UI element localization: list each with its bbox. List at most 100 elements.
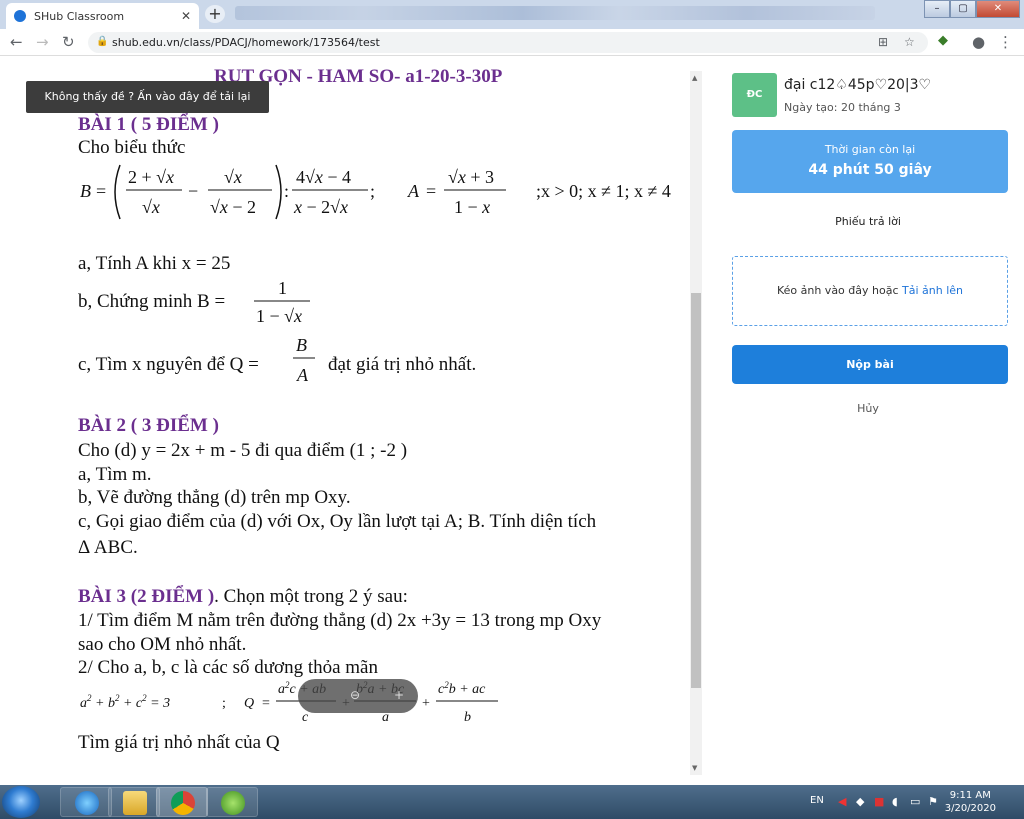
bai3-line: 2/ Cho a, b, c là các số dương thỏa mãn: [78, 657, 378, 678]
formula-q-abc: a2 + b2 + c2 = 3 ; Q = a2c + ab c + b2a …: [80, 680, 498, 725]
svg-text::: :: [284, 181, 289, 201]
homework-name: đại c12♤45p♡20|3♡: [784, 77, 932, 93]
formula-q: B A: [293, 335, 315, 385]
dropzone-text: Kéo ảnh vào đây hoặc: [776, 284, 899, 297]
scroll-up-icon[interactable]: ▲: [692, 74, 697, 82]
svg-text:+: +: [422, 696, 430, 711]
bai3-line: sao cho OM nhỏ nhất.: [78, 634, 247, 655]
new-tab-button[interactable]: +: [205, 5, 225, 23]
tray-network-icon[interactable]: ◆: [856, 795, 864, 808]
taskbar-ie[interactable]: [60, 787, 112, 817]
image-dropzone[interactable]: Kéo ảnh vào đây hoặc Tải ảnh lên: [732, 256, 1008, 326]
upload-image-link[interactable]: Tải ảnh lên: [902, 284, 963, 297]
tray-volume-icon[interactable]: ◖: [892, 795, 898, 808]
svg-text:2 + √x: 2 + √x: [128, 167, 174, 187]
svg-text:√x: √x: [224, 167, 242, 187]
menu-dots-icon[interactable]: ⋮: [998, 33, 1013, 51]
lock-icon: 🔒: [96, 36, 109, 47]
scroll-down-icon[interactable]: ▼: [692, 764, 697, 772]
taskbar-explorer[interactable]: [108, 787, 160, 817]
bai3-heading-tail: . Chọn một trong 2 ý sau:: [214, 586, 408, 607]
background-tabs[interactable]: [235, 6, 875, 20]
created-date: Ngày tạo: 20 tháng 3: [784, 101, 901, 114]
bai2-line: b, Vẽ đường thẳng (d) trên mp Oxy.: [78, 487, 351, 508]
image-zoom-controls[interactable]: ⊖ +: [298, 679, 418, 713]
window-close-button[interactable]: ✕: [976, 0, 1020, 18]
svg-text:x − 2√x: x − 2√x: [293, 197, 348, 217]
formula-b-a: B = 2 + √x √x − √x √x − 2 : 4√x − 4 x − …: [80, 164, 671, 220]
bai2-line: c, Gọi giao điểm của (d) với Ox, Oy lần …: [78, 511, 597, 532]
svg-text:=: =: [262, 696, 270, 711]
formula-b-value: 1 1 − √x: [254, 278, 310, 326]
bookmark-star-icon[interactable]: ☆: [904, 35, 915, 49]
maximize-button[interactable]: ▢: [950, 0, 976, 18]
tray-flag-icon[interactable]: ⚑: [928, 795, 938, 808]
browser-toolbar: ← → ↻ 🔒 shub.edu.vn/class/PDACJ/homework…: [0, 29, 1024, 56]
tray-display-icon[interactable]: ▭: [910, 795, 920, 808]
forward-arrow-icon[interactable]: →: [36, 33, 49, 51]
svg-text:c: c: [302, 710, 309, 725]
svg-text:√x − 2: √x − 2: [210, 197, 256, 217]
svg-text:;: ;: [222, 696, 226, 711]
scrollbar-thumb[interactable]: [691, 293, 701, 688]
profile-icon[interactable]: ●: [972, 33, 985, 51]
bai3-heading-line: BÀI 3 (2 ĐIỂM ). Chọn một trong 2 ý sau:: [78, 586, 408, 608]
bai2-line: a, Tìm m.: [78, 464, 152, 485]
green-app-icon: [221, 791, 245, 815]
svg-text:√x + 3: √x + 3: [448, 167, 494, 187]
document-scrollbar[interactable]: ▲ ▼: [690, 71, 702, 775]
svg-text:−: −: [188, 181, 198, 201]
bai1-condition: ;x > 0; x ≠ 1; x ≠ 4: [536, 181, 671, 201]
svg-text:1 − x: 1 − x: [454, 197, 490, 217]
bai1-intro: Cho biểu thức: [78, 137, 186, 158]
bai1-question-c-suffix: đạt giá trị nhỏ nhất.: [328, 354, 477, 375]
cancel-link[interactable]: Hủy: [712, 402, 1024, 415]
tab-close-icon[interactable]: ✕: [181, 9, 191, 23]
bai2-heading: BÀI 2 ( 3 ĐIỂM ): [78, 415, 219, 436]
translate-icon[interactable]: ⊞: [878, 35, 888, 49]
svg-text:b: b: [464, 710, 471, 725]
reload-tooltip[interactable]: Không thấy đề ? Ấn vào đây để tải lại: [26, 81, 269, 113]
svg-text:A: A: [407, 181, 420, 201]
svg-text:B: B: [80, 181, 91, 201]
taskbar-chrome[interactable]: [156, 787, 208, 817]
start-button[interactable]: [2, 786, 40, 818]
browser-titlebar: SHub Classroom ✕ + – ▢ ✕: [0, 0, 1024, 29]
svg-text:Q: Q: [244, 696, 254, 711]
svg-text:1 − √x: 1 − √x: [256, 306, 302, 326]
svg-text:√x: √x: [142, 197, 160, 217]
minimize-button[interactable]: –: [924, 0, 950, 18]
zoom-out-icon[interactable]: ⊖: [350, 688, 360, 702]
taskbar-app[interactable]: [206, 787, 258, 817]
bai1-heading: BÀI 1 ( 5 ĐIỂM ): [78, 114, 219, 135]
zoom-in-icon[interactable]: +: [394, 688, 404, 702]
back-arrow-icon[interactable]: ←: [10, 33, 23, 51]
reload-icon[interactable]: ↻: [62, 33, 75, 51]
tab-title: SHub Classroom: [34, 9, 125, 23]
submit-button[interactable]: Nộp bài: [732, 345, 1008, 384]
svg-text:a2 + b2 + c2 = 3: a2 + b2 + c2 = 3: [80, 693, 170, 711]
svg-text:B: B: [296, 335, 307, 355]
homework-document[interactable]: RUT GỌN - HAM SO- a1-20-3-30P Không thấy…: [0, 57, 688, 775]
tray-antivirus-icon[interactable]: ■: [874, 795, 884, 808]
folder-icon: [123, 791, 147, 815]
svg-text:=: =: [426, 181, 436, 201]
bai1-question-a: a, Tính A khi x = 25: [78, 253, 231, 274]
language-indicator[interactable]: EN: [810, 795, 824, 806]
bai2-line: Cho (d) y = 2x + m - 5 đi qua điểm (1 ; …: [78, 440, 408, 461]
clock-date: 3/20/2020: [944, 803, 996, 814]
timer-value: 44 phút 50 giây: [808, 162, 932, 178]
system-clock[interactable]: 9:11 AM 3/20/2020: [945, 789, 996, 815]
address-bar[interactable]: 🔒 shub.edu.vn/class/PDACJ/homework/17356…: [88, 32, 928, 53]
extension-icon[interactable]: ◆: [938, 33, 948, 48]
bai3-line: 1/ Tìm điểm M nằm trên đường thẳng (d) 2…: [78, 610, 602, 631]
browser-tab[interactable]: SHub Classroom ✕: [6, 3, 199, 29]
window-controls: – ▢ ✕: [924, 0, 1020, 18]
url-text[interactable]: shub.edu.vn/class/PDACJ/homework/173564/…: [112, 36, 380, 49]
answer-sheet-label: Phiếu trả lời: [835, 215, 901, 228]
tray-arrow-icon[interactable]: ◀: [838, 795, 846, 808]
bai3-last-line: Tìm giá trị nhỏ nhất của Q: [78, 732, 280, 753]
bai2-line: Δ ABC.: [78, 537, 138, 558]
clock-time: 9:11 AM: [949, 790, 991, 801]
svg-text:=: =: [96, 181, 106, 201]
